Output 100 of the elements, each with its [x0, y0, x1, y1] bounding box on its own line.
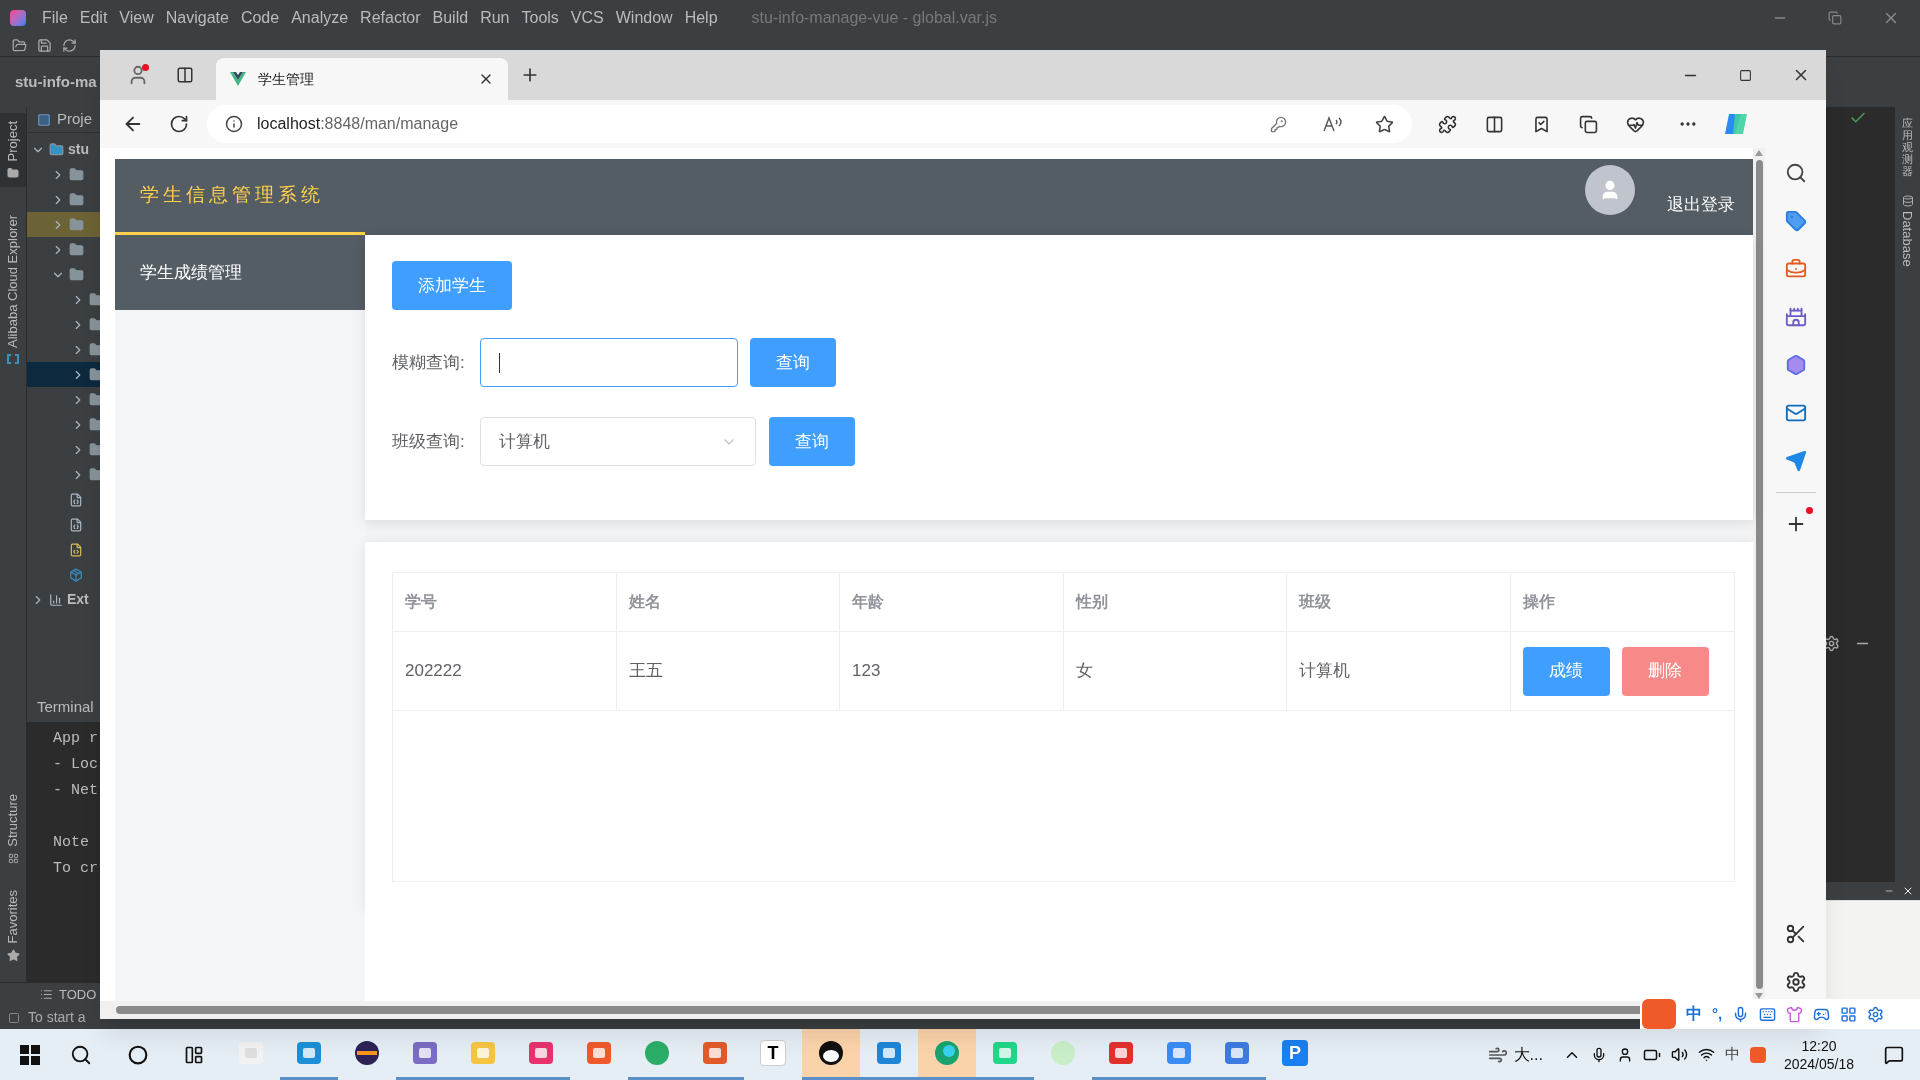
menu-item[interactable]: 学生成绩管理 [115, 235, 365, 310]
menu-item[interactable]: Edit [73, 5, 114, 30]
reload-icon[interactable] [169, 114, 189, 134]
info-icon[interactable] [225, 115, 243, 133]
menu-item[interactable]: Help [678, 5, 724, 30]
tree-row[interactable]: Ext [27, 587, 100, 612]
menu-item[interactable]: Tools [515, 5, 565, 30]
app-icon [991, 1039, 1019, 1067]
notification-icon[interactable] [1884, 1044, 1904, 1065]
tab-actions-icon[interactable] [176, 66, 194, 84]
wifi-icon[interactable] [1697, 1046, 1715, 1063]
logout-link[interactable]: 退出登录 [1667, 192, 1735, 218]
app-icon: T [760, 1040, 786, 1066]
table-cell: 123 [840, 632, 1064, 710]
restore-icon[interactable] [1828, 10, 1842, 25]
search-field[interactable] [480, 338, 738, 387]
tool-window-tab[interactable]: Favorites [3, 883, 23, 968]
save-icon[interactable] [37, 38, 52, 53]
send-icon[interactable] [1784, 450, 1807, 472]
menu-item[interactable]: Window [609, 5, 679, 30]
taskbar-app[interactable] [802, 1029, 860, 1080]
file-icon [69, 492, 83, 507]
sync-icon[interactable] [62, 38, 77, 53]
tag-icon[interactable] [1784, 210, 1807, 232]
menu-item[interactable]: VCS [564, 5, 610, 30]
folder-icon [89, 392, 100, 407]
app-icon [237, 1039, 265, 1067]
menu-item[interactable]: Code [234, 5, 286, 30]
star-icon[interactable] [1375, 114, 1394, 134]
tree-label: Ext [67, 590, 89, 609]
grid-icon[interactable] [1840, 1005, 1858, 1023]
library-icon [49, 592, 63, 607]
key-icon[interactable] [1270, 115, 1287, 133]
app-icon [643, 1039, 671, 1067]
folder-icon [89, 342, 100, 357]
input-mode[interactable]: 中 [1686, 1002, 1702, 1026]
folder-icon [89, 292, 100, 307]
taskbar-app[interactable]: P [1266, 1029, 1324, 1080]
extensions-icon[interactable] [1438, 114, 1457, 134]
collections-icon[interactable] [1579, 114, 1598, 134]
vertical-scrollbar[interactable] [1753, 148, 1765, 1001]
class-select[interactable]: 计算机 [480, 417, 756, 466]
mail-icon[interactable] [1784, 402, 1807, 424]
keyboard-icon[interactable] [1759, 1005, 1777, 1023]
search-icon[interactable] [1784, 162, 1807, 184]
settings-icon[interactable] [1823, 635, 1840, 652]
task-view-icon[interactable] [184, 1044, 204, 1065]
menu-item[interactable]: Refactor [354, 5, 427, 30]
punctuation-mode[interactable]: °, [1712, 1002, 1723, 1026]
volume-icon[interactable] [1670, 1046, 1688, 1063]
package-icon [69, 567, 83, 582]
menu-item[interactable]: Navigate [159, 5, 235, 30]
tool-window-tab[interactable]: 应用观测器 [1902, 117, 1913, 178]
terminal-line: - Loc [53, 755, 99, 775]
circle-icon[interactable] [128, 1044, 148, 1065]
column-header: 性别 [1063, 573, 1287, 631]
read-aloud-icon[interactable] [1323, 116, 1343, 132]
app-icon [875, 1039, 903, 1067]
close-icon[interactable] [1902, 885, 1914, 897]
bookmark-icon[interactable] [1532, 114, 1551, 134]
app-icon [817, 1039, 845, 1067]
split-screen-icon[interactable] [1485, 114, 1504, 134]
tree-label: stu [68, 140, 89, 159]
menu-item[interactable]: View [113, 5, 160, 30]
menu-item[interactable]: Run [474, 5, 516, 30]
heart-icon[interactable] [1626, 114, 1645, 134]
todo-tab[interactable]: TODO [59, 984, 97, 1005]
toolbox-icon[interactable] [1784, 258, 1807, 280]
menu-item[interactable]: Build [426, 5, 475, 30]
column-header: 年龄 [840, 573, 1064, 631]
tree-row[interactable]: stu [27, 137, 100, 162]
chess-icon[interactable] [1784, 306, 1807, 328]
settings-icon[interactable] [1784, 971, 1807, 993]
start-icon[interactable] [20, 1044, 40, 1065]
address-bar[interactable]: localhost:8848/man/manage [207, 105, 1412, 143]
hexagon-icon[interactable] [1784, 354, 1807, 376]
folder-icon[interactable] [12, 38, 27, 53]
ime-indicator[interactable]: 中 [1724, 1043, 1740, 1066]
screenshot-icon[interactable] [1784, 923, 1807, 945]
shirt-icon[interactable] [1786, 1005, 1804, 1023]
app-icon [1223, 1039, 1251, 1067]
scroll-up-icon[interactable] [1755, 150, 1763, 156]
table-cell: 王五 [616, 632, 840, 710]
folder-icon [89, 367, 100, 382]
tool-window-tab[interactable]: Alibaba Cloud Explorer [0, 207, 26, 373]
taskbar-app[interactable]: T [744, 1029, 802, 1080]
tool-window-tab[interactable]: Database [1897, 195, 1918, 268]
folder-icon [69, 217, 84, 232]
tree-row[interactable] [27, 362, 100, 387]
bracket-icon [6, 354, 20, 365]
clock[interactable]: 12:20 2024/05/18 [1783, 1036, 1854, 1073]
search-icon[interactable] [70, 1043, 92, 1066]
browser-tab[interactable]: 学生管理 [216, 58, 508, 100]
menu-item[interactable]: File [36, 5, 74, 30]
menu-item[interactable]: Analyze [285, 5, 355, 30]
tool-window-tab[interactable]: Structure [3, 787, 23, 870]
maximize-icon[interactable] [1739, 68, 1752, 82]
avatar[interactable] [1585, 165, 1635, 215]
table-cell: 女 [1063, 632, 1287, 710]
tool-window-tab[interactable]: Project [0, 113, 26, 188]
